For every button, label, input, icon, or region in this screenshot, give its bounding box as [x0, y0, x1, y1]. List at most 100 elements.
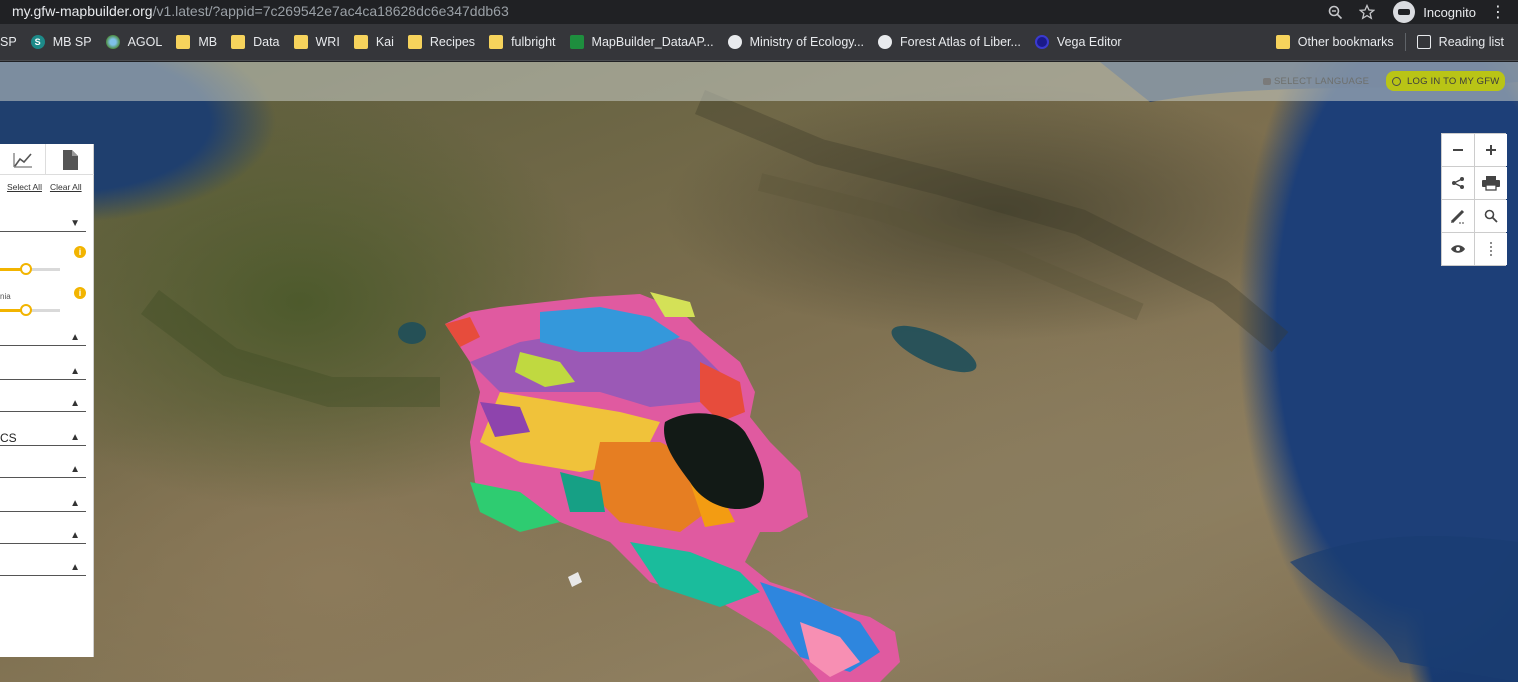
chevron-up-icon: ▲ — [70, 464, 80, 475]
layer-panel: Select All Clear All ▼ i i nia ▲ ▲ ▲ CS ▲ … — [0, 144, 94, 657]
star-icon[interactable] — [1355, 2, 1379, 22]
terrain-overlay — [141, 62, 1518, 682]
select-language-label: SELECT LANGUAGE — [1274, 76, 1370, 87]
bookmark-label: SP — [0, 35, 17, 49]
info-icon[interactable]: i — [74, 287, 86, 299]
gfw-header: SELECT LANGUAGE LOG IN TO MY GFW — [0, 62, 1518, 101]
chart-icon — [13, 152, 32, 167]
layer-group-row-9[interactable]: ▲ — [0, 558, 86, 576]
bookmark-label: Vega Editor — [1056, 35, 1122, 49]
layer-group-row-6[interactable]: ▲ — [0, 460, 86, 478]
bookmark-label: MapBuilder_DataAP... — [591, 35, 714, 49]
bookmark-divider — [1404, 33, 1406, 51]
folder-icon — [1275, 35, 1290, 49]
chevron-up-icon: ▲ — [70, 432, 80, 443]
layer-group-row-1[interactable]: ▼ — [0, 214, 86, 232]
url-field[interactable]: my.gfw-mapbuilder.org/v1.latest/?appid=7… — [12, 3, 509, 19]
landcover-layer — [445, 292, 900, 682]
chevron-up-icon: ▲ — [70, 498, 80, 509]
login-button[interactable]: LOG IN TO MY GFW — [1386, 71, 1506, 91]
bookmark-wri[interactable]: WRI — [287, 28, 347, 56]
bookmark-data[interactable]: Data — [224, 28, 286, 56]
chevron-up-icon: ▲ — [70, 332, 80, 343]
clear-all-link[interactable]: Clear All — [50, 182, 82, 192]
bookmark-label: WRI — [315, 35, 340, 49]
bookmark-label: AGOL — [127, 35, 163, 49]
layer-group-row-5[interactable]: CS ▲ — [0, 428, 86, 446]
incognito-icon — [1393, 1, 1416, 23]
bookmark-recipes[interactable]: Recipes — [401, 28, 482, 56]
bookmark-kai[interactable]: Kai — [347, 28, 401, 56]
incognito-badge[interactable]: Incognito — [1393, 1, 1476, 23]
sheets-icon — [569, 35, 584, 49]
chevron-down-icon: ▼ — [70, 218, 80, 229]
layer-name-nia: nia — [0, 292, 11, 301]
globe-icon — [878, 35, 893, 49]
globe-icon — [727, 35, 742, 49]
chevron-up-icon: ▲ — [70, 366, 80, 377]
more-icon[interactable] — [1475, 233, 1507, 265]
vega-icon — [1034, 35, 1049, 49]
sharepoint-icon: S — [30, 35, 45, 49]
bookmark-agol[interactable]: AGOL — [99, 28, 170, 56]
zoom-in-icon[interactable] — [1475, 134, 1507, 166]
reading-list-icon — [1416, 35, 1431, 49]
user-icon — [1392, 76, 1401, 86]
map-canvas[interactable]: SELECT LANGUAGE LOG IN TO MY GFW Select … — [0, 62, 1518, 682]
share-icon[interactable] — [1442, 167, 1474, 199]
print-icon[interactable] — [1475, 167, 1507, 199]
url-path: /v1.latest/?appid=7c269542e7ac4ca18628dc… — [152, 3, 509, 19]
bookmark-other-bookmarks[interactable]: Other bookmarks — [1269, 28, 1401, 56]
select-all-link[interactable]: Select All — [7, 182, 42, 192]
tab-documents[interactable] — [46, 144, 94, 175]
bookmark-label: MB SP — [52, 35, 92, 49]
bookmark-label: Forest Atlas of Liber... — [900, 35, 1021, 49]
bookmark-mb-sp[interactable]: S MB SP — [24, 28, 99, 56]
select-links: Select All Clear All — [7, 182, 90, 192]
bookmark-reading-list[interactable]: Reading list — [1410, 28, 1518, 56]
folder-icon — [489, 35, 504, 49]
bookmark-label: Kai — [375, 35, 394, 49]
panel-tabs — [0, 144, 94, 175]
select-language-button[interactable]: SELECT LANGUAGE — [1263, 76, 1369, 87]
layer-group-row-4[interactable]: ▲ — [0, 394, 86, 412]
bookmark-label: Data — [253, 35, 280, 49]
bookmark-fulbright[interactable]: fulbright — [482, 28, 562, 56]
bookmark-mapbuilder-dataap[interactable]: MapBuilder_DataAP... — [563, 28, 721, 56]
speech-bubble-icon — [1263, 78, 1271, 85]
layer-group-row-7[interactable]: ▲ — [0, 494, 86, 512]
opacity-slider[interactable] — [0, 304, 60, 316]
layer-group-row-2[interactable]: ▲ — [0, 328, 86, 346]
folder-icon — [407, 35, 422, 49]
zoom-out-icon[interactable] — [1442, 134, 1474, 166]
folder-icon — [176, 35, 191, 49]
bookmark-sp[interactable]: SP — [0, 28, 24, 56]
layer-group-row-3[interactable]: ▲ — [0, 362, 86, 380]
eye-icon[interactable] — [1442, 233, 1474, 265]
snow-patch — [568, 572, 582, 587]
map-tools — [1441, 133, 1507, 266]
layer-group-label: CS — [0, 431, 17, 445]
bookmark-mb[interactable]: MB — [169, 28, 224, 56]
bookmark-label: Recipes — [429, 35, 476, 49]
zoom-icon[interactable] — [1323, 2, 1347, 22]
opacity-slider[interactable] — [0, 263, 60, 275]
layer-group-row-8[interactable]: ▲ — [0, 526, 86, 544]
kebab-menu-icon[interactable]: ⋮ — [1490, 2, 1506, 22]
bookmark-ministry-of-ecology[interactable]: Ministry of Ecology... — [721, 28, 871, 56]
chevron-up-icon: ▲ — [70, 530, 80, 541]
bookmark-label: fulbright — [511, 35, 556, 49]
tab-analysis[interactable] — [0, 144, 46, 175]
document-icon — [63, 149, 78, 170]
draw-icon[interactable] — [1442, 200, 1474, 232]
bookmark-label: Reading list — [1438, 35, 1504, 49]
bookmark-label: MB — [198, 35, 218, 49]
bookmark-vega-editor[interactable]: Vega Editor — [1028, 28, 1129, 56]
folder-icon — [231, 35, 246, 49]
search-icon[interactable] — [1475, 200, 1507, 232]
bookmark-label: Other bookmarks — [1297, 35, 1394, 49]
incognito-label: Incognito — [1423, 4, 1476, 20]
globe-icon — [105, 35, 120, 49]
info-icon[interactable]: i — [74, 246, 86, 258]
bookmark-forest-atlas[interactable]: Forest Atlas of Liber... — [871, 28, 1028, 56]
